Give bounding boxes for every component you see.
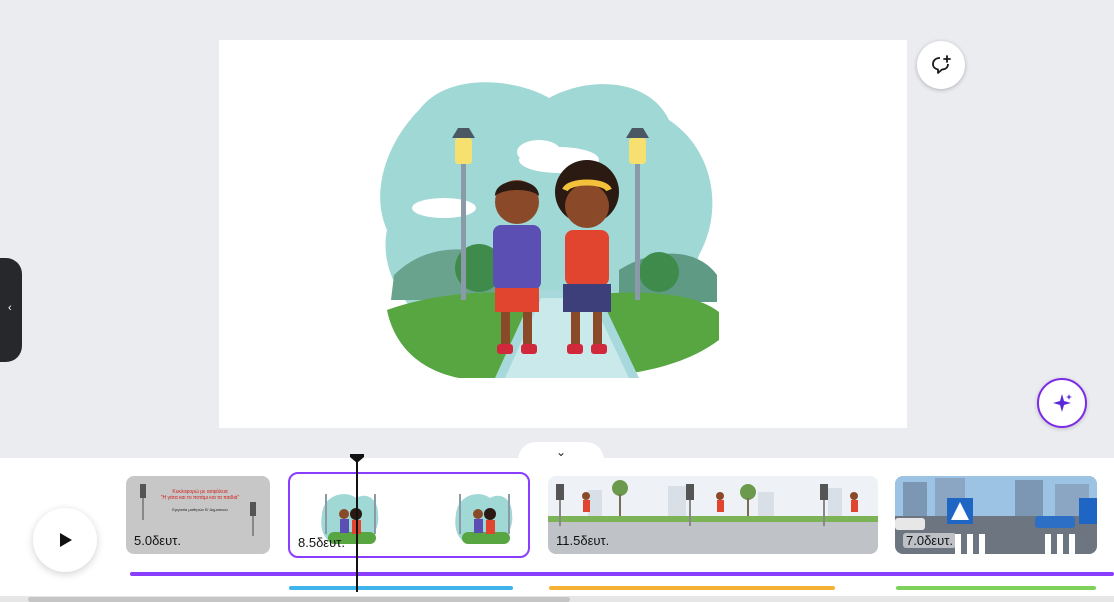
kids-crossing-illustration [380,82,719,378]
comment-plus-icon [932,55,951,74]
play-icon [60,533,72,547]
timeline-clip-2[interactable]: 8.5δευτ. [288,472,530,558]
timeline-scrollbar-thumb[interactable] [28,597,570,602]
clip-track-green[interactable] [896,586,1096,590]
magic-assistant-button[interactable] [1037,378,1087,428]
clip-track-orange[interactable] [549,586,835,590]
playhead[interactable] [356,460,358,592]
clip-duration: 7.0δευτ. [903,533,956,548]
audio-track-bar[interactable] [130,572,1114,576]
clip-title-text: Κυκλοφορώ με ασφάλεια "Η γάτα και το ποτ… [160,489,240,501]
clip-subtitle-text: Εργασία μαθητών Β' Δημοτικού [172,507,228,512]
sparkle-icon [1053,394,1072,412]
editor-stage: ‹ [0,0,1114,458]
chevron-down-icon: ⌄ [556,445,567,459]
clip-duration: 11.5δευτ. [556,533,610,548]
playhead-handle[interactable] [348,452,366,464]
clip-duration: 5.0δευτ. [134,533,181,548]
clip-duration: 8.5δευτ. [298,535,345,550]
side-panel-toggle[interactable]: ‹ [0,258,22,362]
play-button[interactable] [33,508,97,572]
design-canvas[interactable] [219,40,907,428]
timeline-clip-1[interactable]: Κυκλοφορώ με ασφάλεια "Η γάτα και το ποτ… [126,476,270,554]
clip-track-blue[interactable] [289,586,513,590]
chevron-left-icon: ‹ [8,302,12,314]
add-comment-button[interactable] [917,41,965,89]
timeline-clip-4[interactable]: 7.0δευτ. [895,476,1097,554]
timeline-clip-3[interactable]: 11.5δευτ. [548,476,878,554]
